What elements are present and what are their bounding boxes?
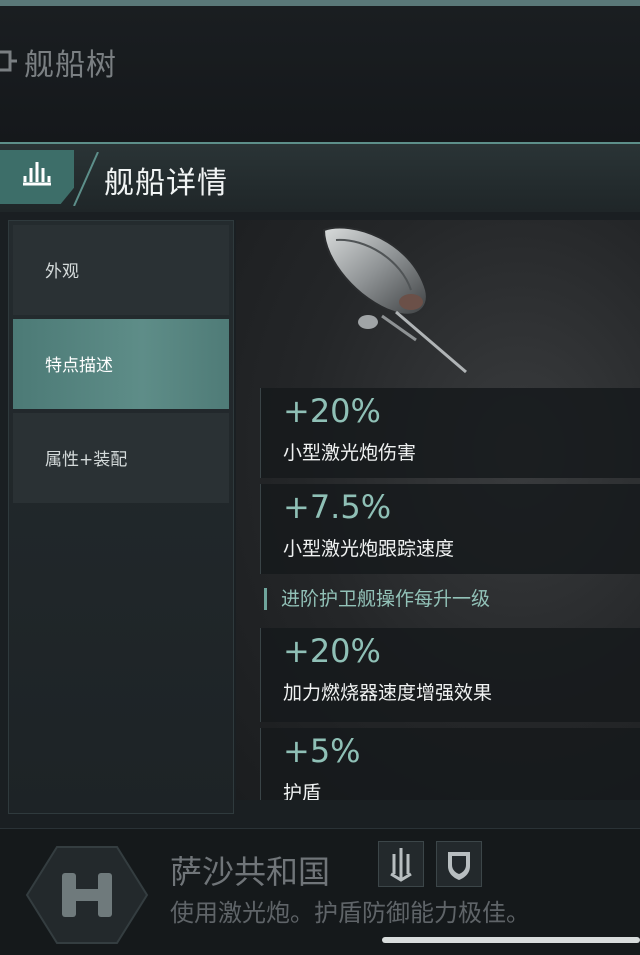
stat-card: +20% 小型激光炮伤害 [260, 388, 640, 478]
stat-card: +20% 加力燃烧器速度增强效果 [260, 628, 640, 722]
stat-value: +20% [283, 632, 381, 670]
header-divider [73, 152, 99, 206]
stat-card: +5% 护盾 [260, 728, 640, 800]
tab-features[interactable]: 特点描述 [13, 319, 229, 409]
stat-label: 加力燃烧器速度增强效果 [283, 682, 493, 704]
stat-card: +7.5% 小型激光炮跟踪速度 [260, 484, 640, 574]
tab-appearance[interactable]: 外观 [13, 225, 229, 315]
top-bar: 舰船树 [0, 0, 640, 142]
weapon-tag[interactable] [378, 841, 424, 887]
faction-footer: 萨沙共和国 使用激光炮。护盾防御能力极佳。 [0, 828, 640, 955]
panel-header: 舰船详情 [0, 142, 640, 212]
stat-value: +5% [283, 732, 361, 770]
tab-label: 外观 [45, 262, 79, 282]
panel-title: 舰船详情 [104, 166, 228, 201]
stat-label: 护盾 [283, 782, 322, 800]
tab-label: 属性+装配 [45, 450, 128, 470]
home-indicator[interactable] [382, 937, 640, 943]
tab-attributes-fitting[interactable]: 属性+装配 [13, 413, 229, 503]
tree-icon[interactable] [0, 46, 18, 76]
stat-value: +7.5% [283, 488, 392, 526]
ship-icon [23, 162, 51, 186]
stat-value: +20% [283, 392, 381, 430]
tab-label: 特点描述 [45, 356, 113, 376]
ship-details-badge [0, 150, 74, 204]
shield-icon [448, 852, 470, 880]
faction-description: 使用激光炮。护盾防御能力极佳。 [170, 899, 530, 927]
faction-emblem-icon [25, 846, 149, 944]
ship-tree-title[interactable]: 舰船树 [24, 40, 117, 84]
features-content[interactable]: +20% 小型激光炮伤害 +7.5% 小型激光炮跟踪速度 进阶护卫舰操作每升一级… [236, 220, 640, 800]
ship-image [322, 226, 467, 374]
main-panel: 外观 特点描述 属性+装配 +20% 小型激光炮伤害 +7.5% 小型激光炮跟踪… [0, 212, 640, 828]
section-heading: 进阶护卫舰操作每升一级 [264, 588, 490, 610]
sidebar: 外观 特点描述 属性+装配 [8, 220, 234, 814]
stat-label: 小型激光炮伤害 [283, 442, 417, 464]
faction-name: 萨沙共和国 [170, 853, 331, 891]
stat-label: 小型激光炮跟踪速度 [283, 538, 455, 560]
laser-weapon-icon [390, 848, 412, 882]
defense-tag[interactable] [436, 841, 482, 887]
